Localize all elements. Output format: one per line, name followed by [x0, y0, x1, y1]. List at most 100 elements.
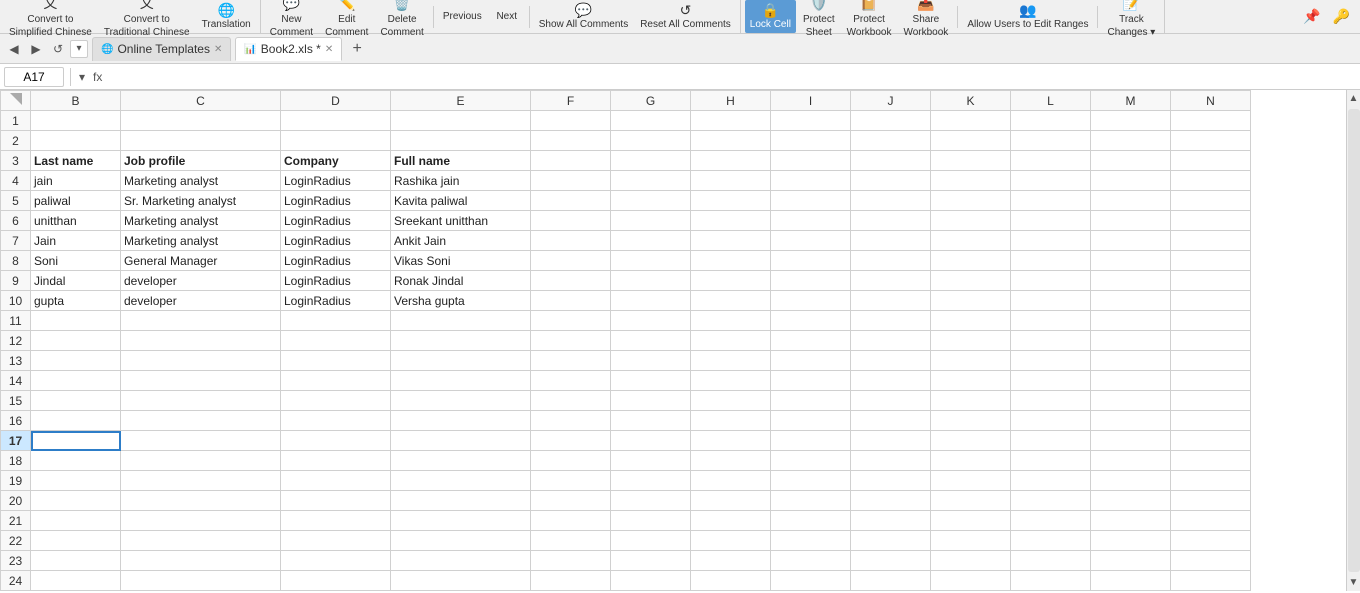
table-cell[interactable]: Sr. Marketing analyst	[121, 191, 281, 211]
table-cell[interactable]	[611, 271, 691, 291]
table-cell[interactable]: LoginRadius	[281, 251, 391, 271]
table-cell[interactable]	[31, 531, 121, 551]
table-cell[interactable]	[611, 211, 691, 231]
table-cell[interactable]	[1091, 151, 1171, 171]
table-cell[interactable]	[281, 311, 391, 331]
table-cell[interactable]	[1091, 331, 1171, 351]
table-cell[interactable]	[611, 291, 691, 311]
table-cell[interactable]	[1171, 571, 1251, 591]
table-cell[interactable]	[691, 551, 771, 571]
row-header-20[interactable]: 20	[1, 491, 31, 511]
table-cell[interactable]	[531, 391, 611, 411]
table-cell[interactable]	[391, 131, 531, 151]
table-cell[interactable]	[281, 531, 391, 551]
table-cell[interactable]	[771, 251, 851, 271]
row-header-19[interactable]: 19	[1, 471, 31, 491]
table-cell[interactable]	[531, 451, 611, 471]
row-header-15[interactable]: 15	[1, 391, 31, 411]
table-cell[interactable]	[31, 131, 121, 151]
table-cell[interactable]	[691, 271, 771, 291]
table-cell[interactable]: Rashika jain	[391, 171, 531, 191]
table-cell[interactable]	[281, 131, 391, 151]
table-cell[interactable]	[281, 491, 391, 511]
row-header-21[interactable]: 21	[1, 511, 31, 531]
table-cell[interactable]	[691, 391, 771, 411]
table-cell[interactable]	[611, 231, 691, 251]
table-cell[interactable]	[691, 171, 771, 191]
table-cell[interactable]	[531, 411, 611, 431]
table-cell[interactable]	[1091, 531, 1171, 551]
table-cell[interactable]	[1171, 511, 1251, 531]
row-header-12[interactable]: 12	[1, 331, 31, 351]
table-cell[interactable]	[121, 511, 281, 531]
table-cell[interactable]: Marketing analyst	[121, 171, 281, 191]
table-cell[interactable]	[1011, 451, 1091, 471]
table-cell[interactable]	[851, 311, 931, 331]
table-cell[interactable]	[851, 331, 931, 351]
row-header-5[interactable]: 5	[1, 191, 31, 211]
table-cell[interactable]	[531, 291, 611, 311]
table-cell[interactable]	[611, 511, 691, 531]
table-cell[interactable]	[611, 111, 691, 131]
cell-reference-input[interactable]	[4, 67, 64, 87]
table-cell[interactable]	[1171, 531, 1251, 551]
table-cell[interactable]: LoginRadius	[281, 191, 391, 211]
table-cell[interactable]	[391, 551, 531, 571]
table-cell[interactable]	[931, 431, 1011, 451]
tab-book2[interactable]: 📊 Book2.xls * ✕	[235, 37, 342, 61]
table-cell[interactable]: Marketing analyst	[121, 231, 281, 251]
table-cell[interactable]: LoginRadius	[281, 211, 391, 231]
table-cell[interactable]	[771, 451, 851, 471]
table-cell[interactable]	[531, 571, 611, 591]
table-cell[interactable]	[391, 431, 531, 451]
table-cell[interactable]	[1091, 391, 1171, 411]
table-cell[interactable]	[771, 411, 851, 431]
row-header-6[interactable]: 6	[1, 211, 31, 231]
table-cell[interactable]	[1011, 491, 1091, 511]
history-back-button[interactable]: ◀	[4, 39, 24, 59]
table-cell[interactable]	[691, 231, 771, 251]
table-cell[interactable]	[851, 351, 931, 371]
table-cell[interactable]	[931, 471, 1011, 491]
table-cell[interactable]	[391, 331, 531, 351]
table-cell[interactable]	[931, 531, 1011, 551]
table-cell[interactable]	[1091, 211, 1171, 231]
table-cell[interactable]	[771, 111, 851, 131]
scroll-up-arrow[interactable]: ▲	[1349, 90, 1359, 107]
table-cell[interactable]: Marketing analyst	[121, 211, 281, 231]
table-cell[interactable]	[931, 391, 1011, 411]
table-cell[interactable]	[851, 371, 931, 391]
table-cell[interactable]	[931, 331, 1011, 351]
right-scrollbar[interactable]: ▲ ▼	[1346, 90, 1360, 591]
table-cell[interactable]	[771, 331, 851, 351]
table-cell[interactable]: jain	[31, 171, 121, 191]
row-header-10[interactable]: 10	[1, 291, 31, 311]
table-cell[interactable]	[691, 451, 771, 471]
table-cell[interactable]	[851, 271, 931, 291]
table-cell[interactable]: developer	[121, 291, 281, 311]
col-header-g[interactable]: G	[611, 91, 691, 111]
table-cell[interactable]	[931, 351, 1011, 371]
row-header-18[interactable]: 18	[1, 451, 31, 471]
table-cell[interactable]	[1011, 471, 1091, 491]
share-workbook-button[interactable]: 📤 ShareWorkbook	[898, 0, 953, 41]
table-cell[interactable]	[851, 571, 931, 591]
table-cell[interactable]	[1091, 471, 1171, 491]
table-cell[interactable]	[281, 471, 391, 491]
table-cell[interactable]	[31, 551, 121, 571]
table-cell[interactable]	[121, 371, 281, 391]
table-cell[interactable]	[121, 331, 281, 351]
table-cell[interactable]	[771, 511, 851, 531]
table-cell[interactable]	[771, 431, 851, 451]
table-cell[interactable]	[931, 291, 1011, 311]
table-cell[interactable]	[31, 411, 121, 431]
table-cell[interactable]	[771, 311, 851, 331]
table-cell[interactable]	[771, 191, 851, 211]
table-cell[interactable]	[931, 311, 1011, 331]
allow-users-button[interactable]: 👥 Allow Users to Edit Ranges	[962, 0, 1093, 33]
table-cell[interactable]	[851, 491, 931, 511]
table-cell[interactable]: LoginRadius	[281, 291, 391, 311]
table-cell[interactable]	[851, 211, 931, 231]
table-cell[interactable]	[851, 191, 931, 211]
table-cell[interactable]	[931, 571, 1011, 591]
